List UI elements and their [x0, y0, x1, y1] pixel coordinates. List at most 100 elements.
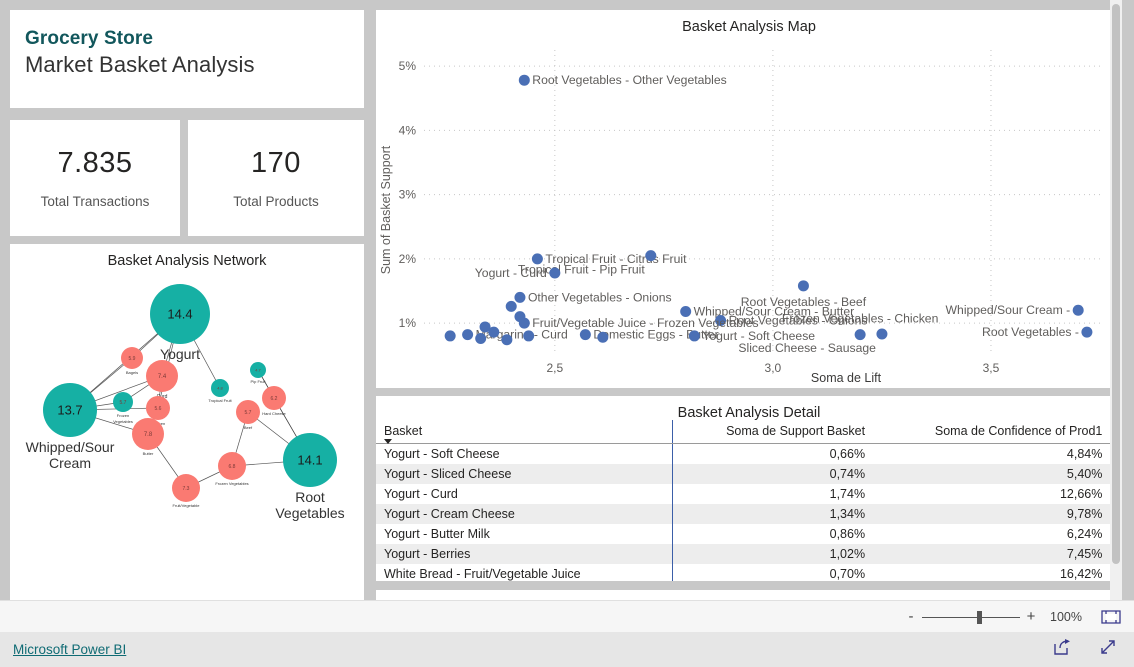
- network-node-value: 5.6: [155, 406, 162, 412]
- network-node-value: 5.9: [129, 356, 136, 362]
- scatter-point[interactable]: [518, 74, 530, 86]
- kpi-card-total-products[interactable]: 170 Total Products: [188, 120, 364, 236]
- scatter-data-points[interactable]: Root Vegetables - Other VegetablesTropic…: [444, 73, 1093, 355]
- scatter-point[interactable]: [597, 331, 609, 343]
- scatter-point[interactable]: [797, 280, 809, 292]
- footer-action-group: [1052, 637, 1118, 662]
- y-tick-label: 2%: [399, 252, 417, 266]
- network-node-value: 7.4: [158, 374, 167, 380]
- y-tick-label: 3%: [399, 188, 417, 202]
- scatter-point[interactable]: [501, 334, 513, 346]
- scatter-plot[interactable]: 1% 2% 3% 4% 5% 2,5 3,0 3,5 Root Vegetables - O…: [376, 32, 1122, 388]
- scatter-point[interactable]: [505, 300, 517, 312]
- basket-analysis-detail-card[interactable]: Basket Analysis Detail Basket Soma de Su…: [376, 396, 1122, 600]
- x-tick-label: 3,5: [983, 361, 1000, 375]
- scatter-point[interactable]: [645, 250, 657, 262]
- cell-support: 0,66%: [829, 447, 866, 461]
- fullscreen-icon[interactable]: [1098, 637, 1118, 662]
- zoom-slider-track: [922, 616, 1020, 618]
- kpi-card-total-transactions[interactable]: 7.835 Total Transactions: [10, 120, 180, 236]
- kpi-value: 7.835: [57, 147, 133, 179]
- table-row[interactable]: Yogurt - Soft Cheese 0,66% 4,84%: [376, 443, 1122, 464]
- column-header-confidence1[interactable]: Soma de Confidence of Prod1: [873, 420, 1111, 444]
- network-node-value: 5.7: [120, 400, 127, 406]
- sort-descending-icon[interactable]: [384, 439, 392, 444]
- scatter-point[interactable]: [854, 329, 866, 341]
- scatter-point[interactable]: [523, 330, 535, 342]
- column-header-basket[interactable]: Basket: [376, 420, 673, 444]
- fit-to-page-icon[interactable]: [1100, 609, 1122, 625]
- basket-analysis-network-card[interactable]: Basket Analysis Network 14.4 Yogurt 13.7 Wh…: [10, 244, 364, 600]
- scatter-point[interactable]: [688, 330, 700, 342]
- cell-basket: Yogurt - Butter Milk: [376, 524, 673, 544]
- scatter-y-axis-label: Sum of Basket Support: [379, 145, 393, 274]
- column-header-label: Basket: [384, 424, 423, 438]
- scatter-point-label: Domestic Eggs - Butter: [593, 328, 718, 342]
- table-header-row: Basket Soma de Support Basket Soma de Co…: [376, 420, 1122, 444]
- table-horizontal-scrollbar[interactable]: [376, 581, 1122, 590]
- scatter-point[interactable]: [549, 267, 561, 279]
- cell-support: 1,34%: [829, 507, 866, 521]
- network-node-label: Vegetables: [113, 419, 133, 424]
- network-node-value: 7.3: [183, 486, 190, 492]
- scatter-point[interactable]: [876, 328, 888, 340]
- scatter-point[interactable]: [462, 329, 474, 341]
- report-canvas: Grocery Store Market Basket Analysis 7.8…: [0, 0, 1122, 600]
- network-node-label: Pip Fruit: [251, 379, 267, 384]
- scatter-point-label: Root Vegetables -: [982, 325, 1079, 339]
- network-graph[interactable]: 14.4Yogurt13.7Whipped/SourCream 14.1RootV…: [10, 270, 364, 600]
- cell-basket: Yogurt - Sliced Cheese: [376, 464, 673, 484]
- cell-support: 0,74%: [829, 467, 866, 481]
- scatter-point[interactable]: [488, 326, 500, 338]
- x-tick-label: 2,5: [546, 361, 563, 375]
- network-node-label: Cream: [49, 455, 91, 471]
- network-nodes: 14.4Yogurt13.7Whipped/SourCream 14.1RootV…: [26, 284, 345, 521]
- scatter-point-label: Sliced Cheese - Sausage: [738, 341, 876, 355]
- table-body: Yogurt - Soft Cheese 0,66% 4,84% Yogurt - S…: [376, 443, 1122, 588]
- kpi-value: 170: [251, 147, 301, 179]
- network-node-value: 14.1: [297, 453, 322, 468]
- microsoft-power-bi-link[interactable]: Microsoft Power BI: [13, 642, 126, 657]
- zoom-slider-handle[interactable]: [977, 610, 982, 624]
- y-tick-label: 1%: [399, 316, 417, 330]
- detail-table-scroll-area[interactable]: Basket Soma de Support Basket Soma de Co…: [376, 420, 1122, 588]
- table-row[interactable]: Yogurt - Curd 1,74% 12,66%: [376, 484, 1122, 504]
- network-node-label: Frozen: [117, 413, 129, 418]
- scatter-point[interactable]: [579, 329, 591, 341]
- kpi-label: Total Transactions: [40, 194, 150, 209]
- scatter-point[interactable]: [444, 330, 456, 342]
- report-header-card: Grocery Store Market Basket Analysis: [10, 10, 364, 108]
- zoom-in-button[interactable]: +: [1022, 608, 1040, 625]
- basket-analysis-map-card[interactable]: Basket Analysis Map 1% 2% 3% 4% 5% 2,5 3,0 3,5…: [376, 10, 1122, 388]
- table-row[interactable]: Yogurt - Sliced Cheese 0,74% 5,40%: [376, 464, 1122, 484]
- cell-basket: Yogurt - Soft Cheese: [376, 443, 673, 464]
- network-node-value: 13.7: [57, 403, 82, 418]
- scatter-x-axis-ticks: 2,5 3,0 3,5: [546, 361, 999, 375]
- network-node-label: Fruit/Vegetable: [173, 503, 201, 508]
- network-node-value: 6.8: [229, 464, 236, 470]
- zoom-slider[interactable]: [922, 610, 1020, 624]
- page-scrollbar-thumb[interactable]: [1112, 4, 1120, 564]
- scatter-point-label: Whipped/Sour Cream -: [946, 303, 1071, 317]
- network-node-label: Vegetables: [275, 505, 344, 521]
- network-node-value: 7.8: [144, 432, 153, 438]
- cell-confidence1: 7,45%: [1066, 547, 1103, 561]
- network-node-value: 4.8: [217, 385, 223, 390]
- network-node-label: Tropical Fruit: [208, 398, 232, 403]
- table-row[interactable]: Yogurt - Butter Milk 0,86% 6,24%: [376, 524, 1122, 544]
- zoom-out-button[interactable]: -: [902, 608, 920, 625]
- column-header-support[interactable]: Soma de Support Basket: [672, 420, 874, 444]
- cell-confidence1: 12,66%: [1059, 487, 1103, 501]
- scatter-point[interactable]: [1072, 304, 1084, 316]
- scatter-point[interactable]: [514, 311, 526, 323]
- cell-basket: Yogurt - Berries: [376, 544, 673, 564]
- scatter-point[interactable]: [514, 291, 526, 303]
- scatter-point[interactable]: [1081, 326, 1093, 338]
- share-icon[interactable]: [1052, 638, 1072, 661]
- table-row[interactable]: Yogurt - Cream Cheese 1,34% 9,78%: [376, 504, 1122, 524]
- y-tick-label: 4%: [399, 123, 417, 137]
- table-row[interactable]: Yogurt - Berries 1,02% 7,45%: [376, 544, 1122, 564]
- scatter-point[interactable]: [475, 333, 487, 345]
- scatter-point-label: Root Vegetables - Other Vegetables: [532, 73, 726, 87]
- page-scrollbar[interactable]: [1110, 0, 1122, 600]
